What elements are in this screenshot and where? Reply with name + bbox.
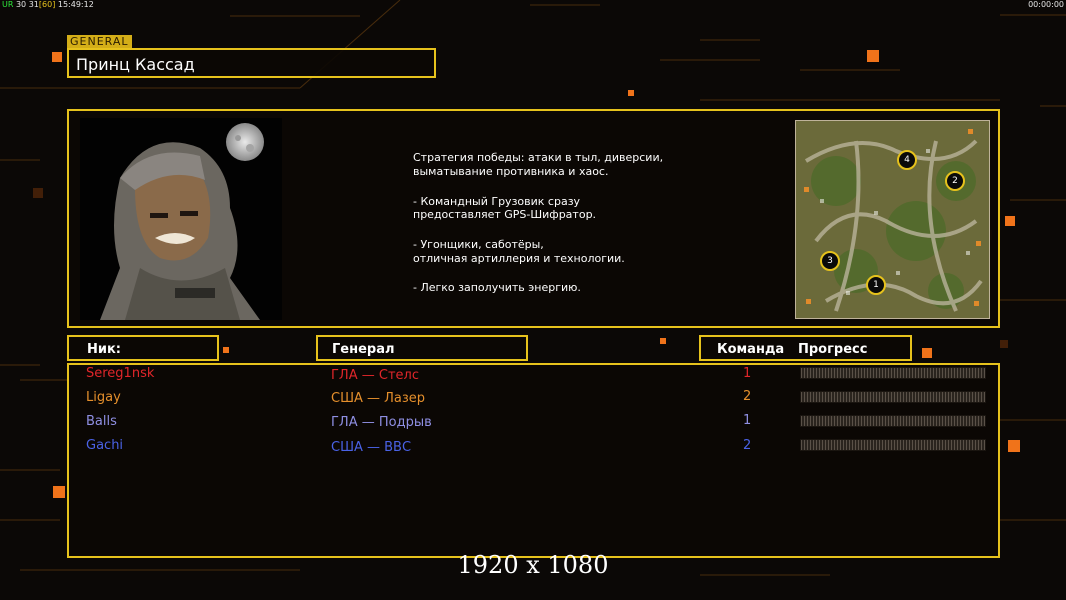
player-nick: Balls [86, 414, 117, 429]
player-general: ГЛА — Подрыв [331, 415, 432, 430]
general-header-label: Генерал [332, 342, 395, 357]
briefing-line-2: выматывание противника и хаос. [413, 165, 609, 178]
resolution-caption: 1920 x 1080 [457, 551, 609, 579]
general-portrait [80, 118, 282, 320]
briefing-line-4: предоставляет GPS-Шифратор. [413, 208, 597, 221]
map-start-marker-2: 2 [945, 171, 965, 191]
player-team: 2 [743, 438, 752, 453]
general-name-box: Принц Кассад [67, 48, 436, 78]
debug-clock: 15:49:12 [57, 0, 94, 9]
player-nick: Ligay [86, 390, 121, 405]
player-progress-bar [800, 391, 986, 403]
map-start-marker-3: 3 [820, 251, 840, 271]
map-start-marker-4: 4 [897, 150, 917, 170]
team-header-label: Команда [717, 342, 785, 357]
player-general: США — ВВС [331, 440, 412, 455]
player-general: ГЛА — Стелс [331, 368, 419, 383]
briefing-line-5: - Угонщики, саботёры, [413, 238, 544, 251]
player-team: 1 [743, 366, 752, 381]
debug-fps-readout: UR 30 31[60] 15:49:12 [2, 0, 94, 9]
nick-header-label: Ник: [87, 342, 122, 357]
player-progress-bar [800, 367, 986, 379]
debug-value-a: 30 [15, 0, 27, 9]
player-general: США — Лазер [331, 391, 426, 406]
player-nick: Sereg1nsk [86, 366, 155, 381]
player-progress-bar [800, 439, 986, 451]
debug-tag: UR [2, 0, 14, 9]
map-start-marker-1: 1 [866, 275, 886, 295]
general-name: Принц Кассад [76, 55, 195, 74]
map-preview: 4 2 3 1 [795, 120, 990, 319]
debug-timer: 00:00:00 [1028, 0, 1064, 9]
progress-header-label: Прогресс [798, 342, 868, 357]
team-progress-header: Команда Прогресс [699, 335, 912, 361]
briefing-line-7: - Легко заполучить энергию. [413, 281, 581, 294]
map-terrain [796, 121, 989, 318]
nick-header: Ник: [67, 335, 219, 361]
player-team: 1 [743, 413, 752, 428]
briefing-line-1: Стратегия победы: атаки в тыл, диверсии, [413, 151, 664, 164]
general-header: Генерал [316, 335, 528, 361]
debug-bracket: [60] [38, 0, 56, 9]
player-progress-bar [800, 415, 986, 427]
general-tag: GENERAL [67, 35, 132, 48]
portrait-image [80, 118, 282, 320]
player-team: 2 [743, 389, 752, 404]
briefing-line-3: - Командный Грузовик сразу [413, 195, 581, 208]
briefing-line-6: отличная артиллерия и технологии. [413, 252, 625, 265]
player-nick: Gachi [86, 438, 124, 453]
debug-value-b: 31 [28, 0, 39, 9]
